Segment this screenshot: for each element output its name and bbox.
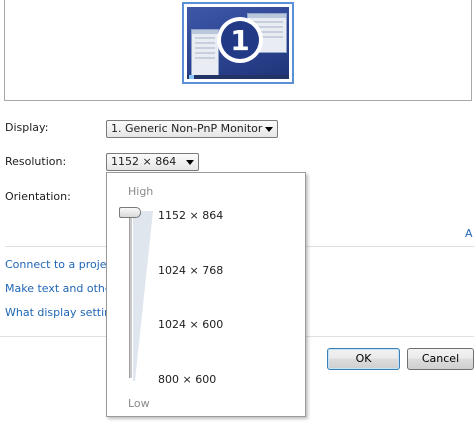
ok-button[interactable]: OK [327, 348, 400, 370]
monitor-preview-area: 1 [4, 0, 472, 101]
connect-projector-link[interactable]: Connect to a projec [5, 258, 113, 271]
resolution-option[interactable]: 1024 × 768 [158, 264, 223, 277]
chevron-down-icon [186, 160, 194, 165]
screen-resolution-page: 1 Display: 1. Generic Non-PnP Monitor Re… [0, 0, 474, 426]
display-select-value: 1. Generic Non-PnP Monitor [111, 122, 263, 135]
cancel-button[interactable]: Cancel [407, 348, 474, 370]
display-select[interactable]: 1. Generic Non-PnP Monitor [106, 120, 278, 138]
resolution-select-value: 1152 × 864 [111, 155, 177, 168]
advanced-settings-link[interactable]: A [465, 227, 474, 240]
slider-track[interactable] [129, 215, 132, 378]
mini-taskbar [187, 75, 289, 79]
orientation-label: Orientation: [5, 190, 71, 203]
make-text-larger-link[interactable]: Make text and other [5, 282, 116, 295]
display-label: Display: [5, 121, 49, 134]
slider-wedge-indicator [133, 211, 153, 381]
resolution-slider-popup: High 1152 × 864 1024 × 768 1024 × 600 80… [106, 172, 306, 417]
what-display-settings-link[interactable]: What display setting [5, 306, 118, 319]
slider-high-label: High [128, 185, 154, 198]
monitor-1-tile[interactable]: 1 [182, 2, 294, 84]
resolution-select[interactable]: 1152 × 864 [106, 153, 199, 171]
resolution-option[interactable]: 1024 × 600 [158, 318, 223, 331]
mini-start-button [189, 75, 194, 79]
chevron-down-icon [265, 127, 273, 132]
slider-low-label: Low [128, 397, 150, 410]
monitor-number-badge: 1 [217, 17, 263, 63]
resolution-option[interactable]: 800 × 600 [158, 373, 216, 386]
monitor-number: 1 [221, 21, 259, 59]
resolution-option[interactable]: 1152 × 864 [158, 209, 223, 222]
resolution-label: Resolution: [5, 155, 67, 168]
mini-window-left [191, 29, 219, 77]
monitor-screen-thumbnail: 1 [187, 7, 289, 79]
slider-thumb[interactable] [119, 207, 141, 218]
